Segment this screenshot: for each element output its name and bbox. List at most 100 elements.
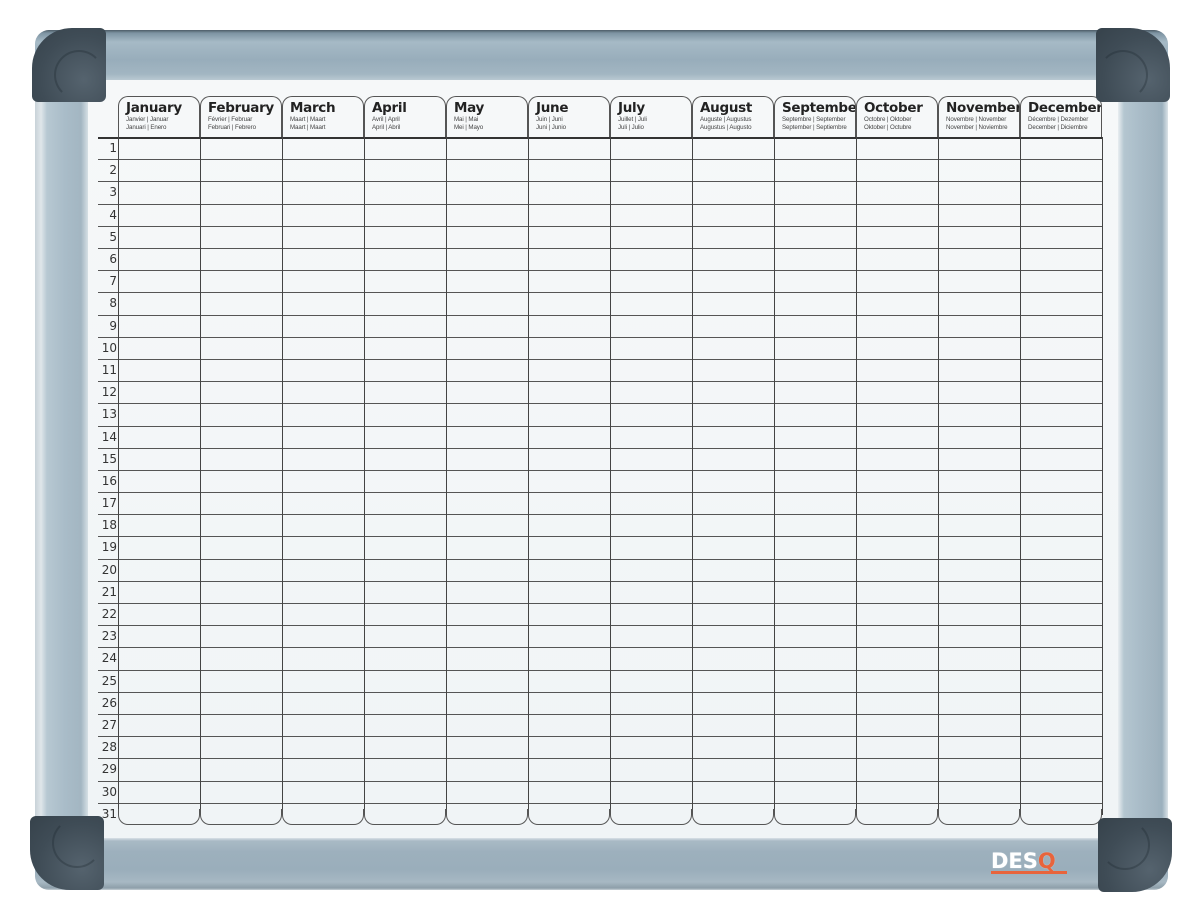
- day-cell[interactable]: [1021, 648, 1101, 668]
- day-cell[interactable]: [693, 449, 773, 469]
- day-cell[interactable]: [529, 560, 609, 580]
- year-planner-grid[interactable]: 1 2 3 4 5 6 7 8 9 10 11 12 13 14 15 16 17 18 19 20 21 22 23 24 2…: [98, 137, 1104, 825]
- day-cell[interactable]: [1021, 560, 1101, 580]
- day-cell[interactable]: [693, 160, 773, 180]
- day-cell[interactable]: [529, 493, 609, 513]
- day-cell[interactable]: [857, 693, 937, 713]
- day-cell[interactable]: [775, 560, 855, 580]
- day-cell[interactable]: [201, 227, 281, 247]
- day-cell[interactable]: [1021, 493, 1101, 513]
- day-cell[interactable]: [857, 249, 937, 269]
- day-cell[interactable]: [119, 316, 199, 336]
- day-cell[interactable]: [1021, 537, 1101, 557]
- day-cell[interactable]: [775, 382, 855, 402]
- day-cell[interactable]: [939, 249, 1019, 269]
- day-cell[interactable]: [939, 515, 1019, 535]
- day-cell[interactable]: [693, 737, 773, 757]
- day-cell[interactable]: [119, 227, 199, 247]
- day-cell[interactable]: [693, 382, 773, 402]
- day-cell[interactable]: [119, 560, 199, 580]
- day-cell[interactable]: [283, 160, 363, 180]
- day-cell[interactable]: [611, 648, 691, 668]
- day-cell[interactable]: [857, 205, 937, 225]
- day-cell[interactable]: [611, 471, 691, 491]
- day-cell[interactable]: [119, 582, 199, 602]
- day-cell[interactable]: [283, 537, 363, 557]
- day-cell[interactable]: [611, 449, 691, 469]
- day-cell[interactable]: [939, 316, 1019, 336]
- day-cell[interactable]: [775, 671, 855, 691]
- day-cell[interactable]: [857, 271, 937, 291]
- day-cell[interactable]: [365, 338, 445, 358]
- day-cell[interactable]: [119, 693, 199, 713]
- day-cell[interactable]: [119, 338, 199, 358]
- day-cell[interactable]: [857, 804, 937, 824]
- day-cell[interactable]: [119, 804, 199, 824]
- day-cell[interactable]: [775, 715, 855, 735]
- day-cell[interactable]: [775, 404, 855, 424]
- day-cell[interactable]: [775, 182, 855, 202]
- day-cell[interactable]: [857, 537, 937, 557]
- day-cell[interactable]: [283, 205, 363, 225]
- day-cell[interactable]: [283, 515, 363, 535]
- day-cell[interactable]: [1021, 382, 1101, 402]
- day-cell[interactable]: [857, 449, 937, 469]
- day-cell[interactable]: [857, 316, 937, 336]
- day-cell[interactable]: [1021, 693, 1101, 713]
- day-cell[interactable]: [447, 205, 527, 225]
- day-cell[interactable]: [611, 515, 691, 535]
- day-cell[interactable]: [939, 471, 1019, 491]
- day-cell[interactable]: [283, 382, 363, 402]
- day-cell[interactable]: [365, 449, 445, 469]
- day-cell[interactable]: [283, 293, 363, 313]
- day-cell[interactable]: [365, 249, 445, 269]
- day-cell[interactable]: [611, 404, 691, 424]
- day-cell[interactable]: [529, 626, 609, 646]
- day-cell[interactable]: [447, 626, 527, 646]
- day-cell[interactable]: [365, 582, 445, 602]
- day-cell[interactable]: [693, 471, 773, 491]
- day-cell[interactable]: [693, 249, 773, 269]
- day-cell[interactable]: [119, 249, 199, 269]
- day-cell[interactable]: [365, 804, 445, 824]
- day-cell[interactable]: [365, 427, 445, 447]
- day-cell[interactable]: [939, 626, 1019, 646]
- day-cell[interactable]: [447, 537, 527, 557]
- day-cell[interactable]: [611, 782, 691, 802]
- day-cell[interactable]: [693, 626, 773, 646]
- day-cell[interactable]: [611, 537, 691, 557]
- day-cell[interactable]: [611, 560, 691, 580]
- day-cell[interactable]: [1021, 715, 1101, 735]
- day-cell[interactable]: [365, 182, 445, 202]
- day-cell[interactable]: [447, 648, 527, 668]
- day-cell[interactable]: [529, 537, 609, 557]
- day-cell[interactable]: [775, 648, 855, 668]
- day-cell[interactable]: [119, 293, 199, 313]
- day-cell[interactable]: [693, 404, 773, 424]
- day-cell[interactable]: [283, 338, 363, 358]
- day-cell[interactable]: [693, 338, 773, 358]
- day-cell[interactable]: [775, 471, 855, 491]
- day-cell[interactable]: [1021, 271, 1101, 291]
- day-cell[interactable]: [939, 382, 1019, 402]
- day-cell[interactable]: [201, 693, 281, 713]
- day-cell[interactable]: [775, 338, 855, 358]
- day-cell[interactable]: [119, 382, 199, 402]
- day-cell[interactable]: [939, 737, 1019, 757]
- day-cell[interactable]: [857, 182, 937, 202]
- day-cell[interactable]: [201, 582, 281, 602]
- day-cell[interactable]: [447, 293, 527, 313]
- day-cell[interactable]: [939, 782, 1019, 802]
- day-cell[interactable]: [447, 804, 527, 824]
- day-cell[interactable]: [529, 782, 609, 802]
- day-cell[interactable]: [119, 626, 199, 646]
- day-cell[interactable]: [939, 560, 1019, 580]
- day-cell[interactable]: [365, 360, 445, 380]
- day-cell[interactable]: [857, 737, 937, 757]
- day-cell[interactable]: [775, 737, 855, 757]
- day-cell[interactable]: [611, 604, 691, 624]
- day-cell[interactable]: [775, 693, 855, 713]
- day-cell[interactable]: [857, 404, 937, 424]
- day-cell[interactable]: [1021, 604, 1101, 624]
- day-cell[interactable]: [693, 782, 773, 802]
